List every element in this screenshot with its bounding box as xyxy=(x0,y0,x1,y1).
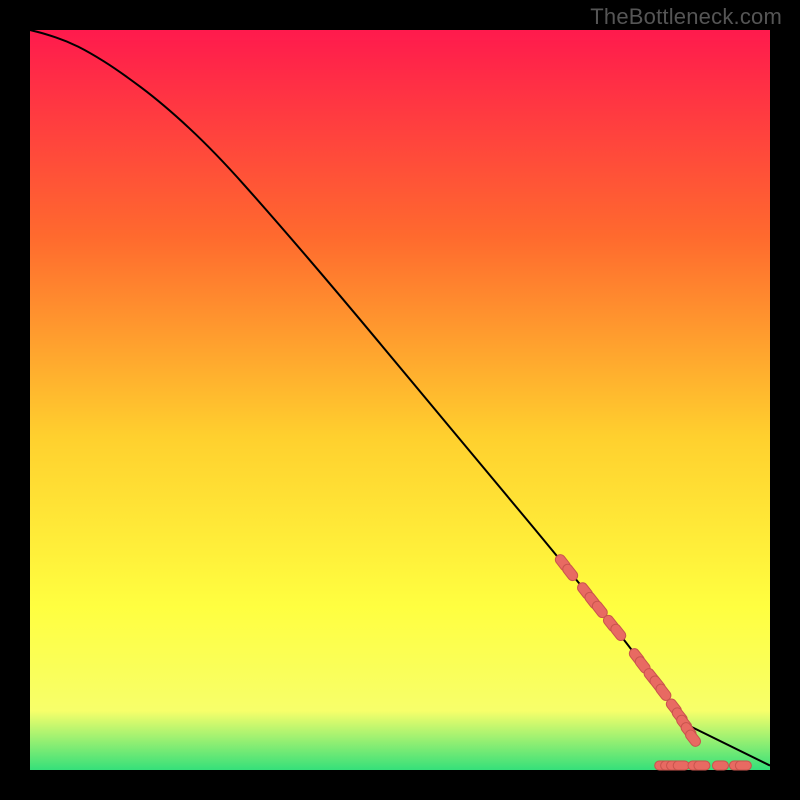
data-marker xyxy=(735,761,751,770)
data-marker xyxy=(694,761,710,770)
plot-background xyxy=(30,30,770,770)
data-marker xyxy=(712,761,728,770)
data-marker xyxy=(673,761,689,770)
watermark-text: TheBottleneck.com xyxy=(590,4,782,30)
chart-svg xyxy=(0,0,800,800)
chart-stage: TheBottleneck.com xyxy=(0,0,800,800)
